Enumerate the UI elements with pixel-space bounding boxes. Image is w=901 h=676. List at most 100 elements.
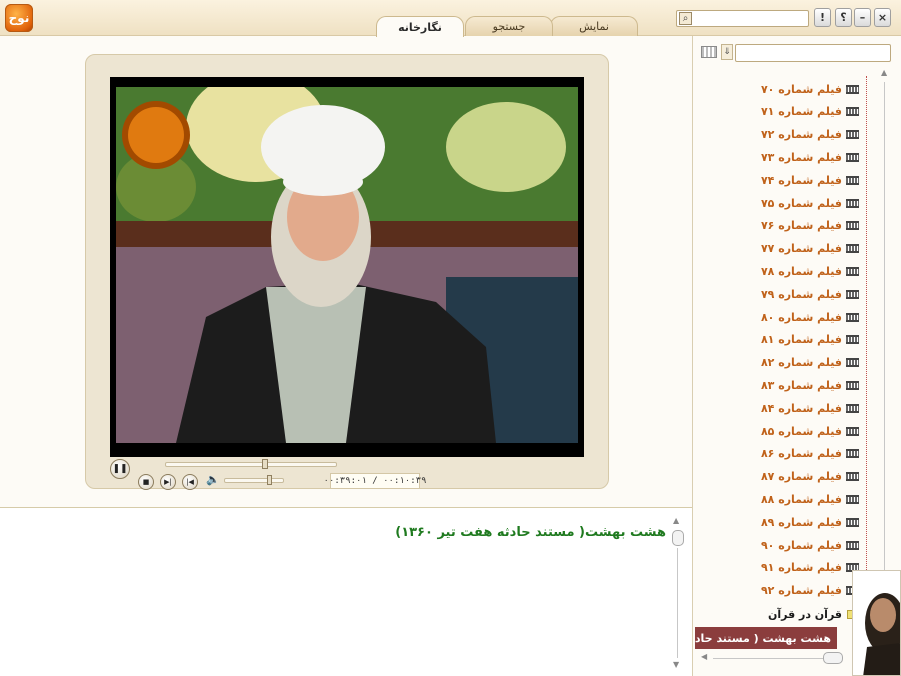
tree-item-film[interactable]: فیلم شماره ۸۳	[761, 376, 859, 394]
video-frame-image	[116, 87, 578, 443]
close-icon: ×	[877, 11, 888, 24]
pause-button[interactable]: ❚❚	[110, 459, 130, 479]
keyboard-icon[interactable]	[701, 46, 717, 58]
scroll-thumb[interactable]	[672, 530, 684, 546]
tree-item-film[interactable]: فیلم شماره ۷۷	[761, 240, 859, 258]
tree-item-label: فیلم شماره ۸۳	[760, 378, 842, 392]
stop-button[interactable]: ■	[138, 474, 154, 490]
tab-search[interactable]: جستجو	[465, 16, 553, 36]
film-icon	[846, 540, 859, 550]
alert-icon: !	[819, 11, 826, 24]
down-arrow-icon[interactable]: ⇓	[721, 44, 733, 60]
hscroll-thumb[interactable]	[823, 652, 843, 664]
tree-item-selected[interactable]: هشت بهشت ( مستند حادثه هف	[695, 627, 837, 649]
tree-item-label: فیلم شماره ۷۰	[760, 82, 842, 96]
tree-item-label: فیلم شماره ۸۱	[760, 333, 842, 347]
tree-item-label: فیلم شماره ۸۶	[760, 447, 842, 461]
volume-icon[interactable]: 🔈	[206, 473, 220, 486]
tree-item-label: فیلم شماره ۹۱	[760, 561, 842, 575]
hscroll-track	[713, 658, 831, 659]
tree-item-film[interactable]: فیلم شماره ۷۰	[761, 80, 859, 98]
description-text: هشت بهشت( مستند حادثه هفت تیر ۱۳۶۰)	[395, 525, 666, 540]
tree-item-label: فیلم شماره ۸۷	[760, 470, 842, 484]
seek-handle[interactable]	[261, 459, 268, 469]
tree-item-film[interactable]: فیلم شماره ۷۹	[761, 285, 859, 303]
alert-button[interactable]: !	[814, 8, 831, 27]
tree-item-film[interactable]: فیلم شماره ۹۰	[761, 536, 859, 554]
scroll-up-icon[interactable]: ▲	[881, 68, 887, 77]
tree-item-film[interactable]: فیلم شماره ۹۱	[761, 559, 859, 577]
app-logo[interactable]: نوح	[5, 4, 33, 32]
sidebar-scrollbar[interactable]: ▲	[879, 68, 891, 648]
tree-item-label: فیلم شماره ۷۶	[760, 219, 842, 233]
tree-item-film[interactable]: فیلم شماره ۸۰	[761, 308, 859, 326]
tree-item-film[interactable]: فیلم شماره ۸۵	[761, 422, 859, 440]
sidebar-horizontal-scrollbar[interactable]: ◀	[701, 652, 851, 666]
tree-item-label: فیلم شماره ۷۷	[760, 242, 842, 256]
film-icon	[846, 517, 859, 527]
tree-item-film[interactable]: فیلم شماره ۸۶	[761, 445, 859, 463]
close-button[interactable]: ×	[874, 8, 891, 27]
tree-item-film[interactable]: فیلم شماره ۸۲	[761, 354, 859, 372]
tree-item-film[interactable]: فیلم شماره ۷۵	[761, 194, 859, 212]
tab-display[interactable]: نمایش	[550, 16, 638, 36]
tree-item-film[interactable]: فیلم شماره ۷۸	[761, 262, 859, 280]
film-icon	[846, 358, 859, 368]
tree-item-label: فیلم شماره ۷۲	[760, 128, 842, 142]
seek-bar[interactable]	[165, 462, 337, 467]
pause-icon: ❚❚	[112, 464, 128, 474]
film-icon	[846, 335, 859, 345]
tree-folder[interactable]: قرآن در قرآن	[768, 605, 859, 623]
next-icon: ▶|	[164, 478, 172, 486]
tab-gallery[interactable]: نگارخانه	[376, 16, 464, 37]
tree-item-label: فیلم شماره ۷۱	[760, 105, 842, 119]
player-controls: ❚❚ ■ ▶| |◀ 🔈 ۰۰:۳۹:۰۱ / ۰۰:۱۰:۳۹	[108, 459, 588, 490]
tree-item-label: فیلم شماره ۸۹	[760, 515, 842, 529]
tree-item-film[interactable]: فیلم شماره ۷۲	[761, 126, 859, 144]
tree-item-film[interactable]: فیلم شماره ۷۳	[761, 148, 859, 166]
film-icon	[846, 152, 859, 162]
video-screen[interactable]	[110, 77, 584, 457]
film-icon	[846, 380, 859, 390]
film-icon	[846, 449, 859, 459]
tree-item-film[interactable]: فیلم شماره ۸۸	[761, 490, 859, 508]
tree-item-film[interactable]: فیلم شماره ۷۴	[761, 171, 859, 189]
minimize-icon: –	[859, 11, 866, 24]
tree-item-film[interactable]: فیلم شماره ۸۱	[761, 331, 859, 349]
search-icon[interactable]: ⌕	[679, 12, 692, 25]
time-display: ۰۰:۳۹:۰۱ / ۰۰:۱۰:۳۹	[324, 473, 426, 489]
video-player: ❚❚ ■ ▶| |◀ 🔈 ۰۰:۳۹:۰۱ / ۰۰:۱۰:۳۹	[85, 54, 609, 490]
tree-item-label: فیلم شماره ۷۸	[760, 264, 842, 278]
help-button[interactable]: ؟	[835, 8, 852, 27]
scroll-down-icon[interactable]: ▼	[673, 660, 679, 669]
tree-item-label: فیلم شماره ۹۰	[760, 538, 842, 552]
tree-item-label: فیلم شماره ۸۰	[760, 310, 842, 324]
tree-item-label: فیلم شماره ۹۲	[760, 584, 842, 598]
film-icon	[846, 403, 859, 413]
search-input[interactable]: ⌕	[676, 10, 809, 27]
tab-label: نگارخانه	[398, 20, 442, 34]
tree-item-film[interactable]: فیلم شماره ۸۷	[761, 468, 859, 486]
tree-item-film[interactable]: فیلم شماره ۷۶	[761, 217, 859, 235]
tree-connector	[866, 76, 867, 644]
tree-item-label: فیلم شماره ۸۸	[760, 492, 842, 506]
scroll-up-icon[interactable]: ▲	[673, 516, 679, 525]
tree-item-film[interactable]: فیلم شماره ۸۹	[761, 513, 859, 531]
volume-handle[interactable]	[267, 475, 272, 485]
tree-item-label: فیلم شماره ۸۲	[760, 356, 842, 370]
previous-button[interactable]: |◀	[182, 474, 198, 490]
scroll-left-icon[interactable]: ◀	[701, 652, 707, 661]
description-panel: هشت بهشت( مستند حادثه هفت تیر ۱۳۶۰) ▲ ▼	[0, 507, 692, 676]
tree-item-film[interactable]: فیلم شماره ۹۲	[761, 582, 859, 600]
tree-filter-input[interactable]	[735, 44, 891, 62]
tab-label: جستجو	[492, 20, 526, 33]
minimize-button[interactable]: –	[854, 8, 871, 27]
film-icon	[846, 494, 859, 504]
tree-item-film[interactable]: فیلم شماره ۸۴	[761, 399, 859, 417]
film-icon	[846, 266, 859, 276]
tree-item-film[interactable]: فیلم شماره ۷۱	[761, 103, 859, 121]
next-button[interactable]: ▶|	[160, 474, 176, 490]
volume-slider[interactable]	[224, 478, 284, 483]
tree-item-label: فیلم شماره ۸۵	[760, 424, 842, 438]
description-scrollbar[interactable]: ▲ ▼	[670, 516, 686, 671]
